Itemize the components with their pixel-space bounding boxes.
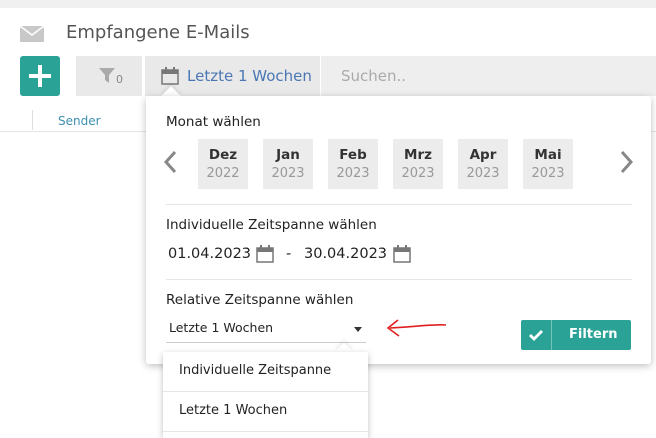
date-range-label: Letzte 1 Wochen — [187, 67, 312, 85]
caret-down-icon — [354, 327, 362, 332]
search-input[interactable] — [321, 56, 656, 96]
calendar-icon[interactable] — [256, 245, 274, 263]
month-section-title: Monat wählen — [166, 114, 261, 130]
dropdown-option-custom-range[interactable]: Individuelle Zeitspanne — [163, 352, 368, 392]
filter-button[interactable]: 0 — [76, 56, 142, 96]
top-strip — [0, 0, 656, 8]
page-header: Empfangene E-Mails — [0, 8, 656, 56]
month-mrz-2023[interactable]: Mrz 2023 — [393, 139, 443, 189]
annotation-arrow-icon — [386, 319, 447, 337]
add-button[interactable] — [20, 56, 60, 96]
toolbar: 0 Letzte 1 Wochen — [0, 56, 656, 96]
filter-apply-label: Filtern — [569, 327, 618, 342]
calendar-icon[interactable] — [393, 245, 411, 263]
button-separator — [551, 320, 552, 350]
checkmark-icon — [529, 330, 543, 341]
month-mai-2023[interactable]: Mai 2023 — [523, 139, 573, 189]
month-jan-2023[interactable]: Jan 2023 — [263, 139, 313, 189]
relative-range-select[interactable]: Letzte 1 Wochen — [166, 315, 366, 343]
month-feb-2023[interactable]: Feb 2023 — [328, 139, 378, 189]
chevron-left-icon[interactable] — [163, 150, 177, 174]
relative-range-value: Letzte 1 Wochen — [169, 320, 274, 335]
section-divider — [166, 204, 632, 205]
column-divider — [32, 110, 33, 130]
relative-range-title: Relative Zeitspanne wählen — [166, 292, 354, 308]
envelope-icon — [20, 26, 44, 42]
range-separator: - — [286, 246, 292, 262]
filter-count-badge: 0 — [116, 73, 123, 86]
from-date-field[interactable]: 01.04.2023 — [168, 246, 251, 262]
page-title: Empfangene E-Mails — [66, 22, 250, 43]
section-divider — [166, 279, 632, 280]
chevron-right-icon[interactable] — [620, 150, 634, 174]
custom-range-title: Individuelle Zeitspanne wählen — [166, 217, 377, 233]
column-header-sender[interactable]: Sender — [58, 114, 101, 128]
dropdown-option-last-1-week[interactable]: Letzte 1 Wochen — [163, 392, 368, 432]
calendar-icon — [161, 67, 179, 85]
email-inbox-page: Empfangene E-Mails 0 Letzte 1 Wochen Sen… — [0, 0, 656, 438]
month-dez-2022[interactable]: Dez 2022 — [198, 139, 248, 189]
relative-range-dropdown: Individuelle Zeitspanne Letzte 1 Wochen — [163, 352, 368, 438]
funnel-icon — [99, 68, 115, 83]
month-apr-2023[interactable]: Apr 2023 — [458, 139, 508, 189]
to-date-field[interactable]: 30.04.2023 — [304, 246, 387, 262]
filter-apply-button[interactable]: Filtern — [521, 320, 631, 350]
